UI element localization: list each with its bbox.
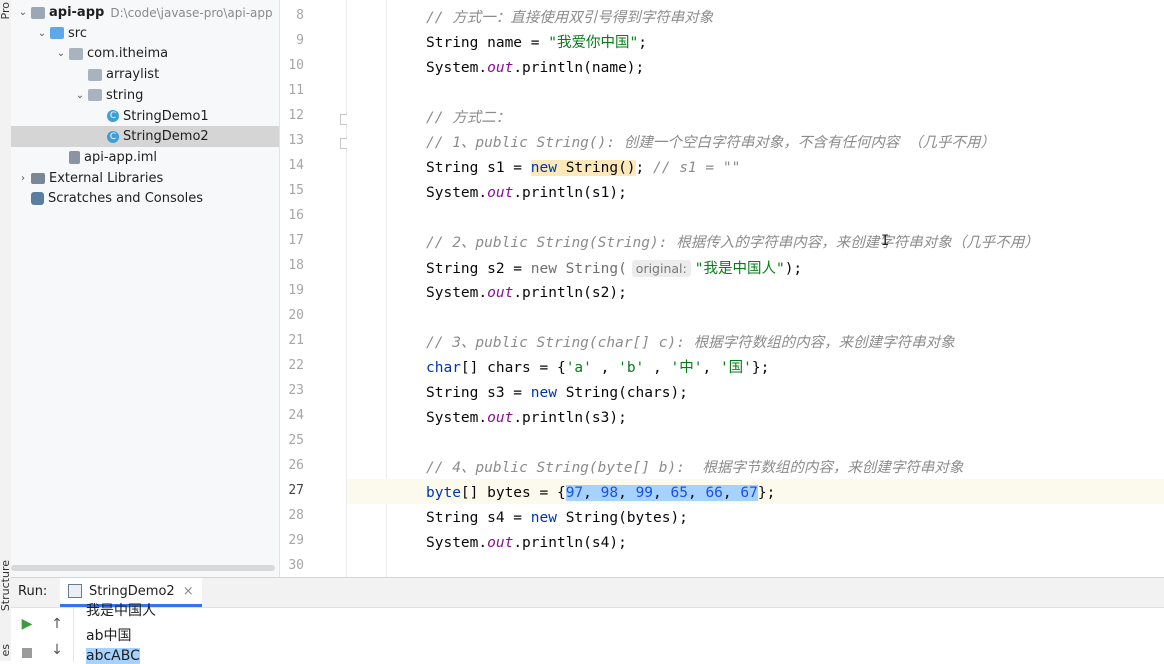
run-title: Run: [18, 584, 48, 599]
code-line-12: // 方式二： [426, 110, 511, 126]
line-number: 30 [288, 558, 304, 573]
code-line-10: System.out.println(name); [426, 60, 645, 76]
line-number: 15 [288, 183, 304, 198]
run-config-icon [68, 584, 82, 598]
text-cursor-icon: I [881, 233, 890, 249]
java-class-icon: C [107, 110, 119, 122]
code-line-23: String s3 = new String(chars); [426, 385, 688, 401]
tree-item-label: api-app [49, 5, 105, 20]
code-line-9: String name = "我爱你中国"; [426, 35, 647, 51]
tree-item[interactable]: ⌄ com.itheima [11, 43, 279, 64]
tree-item[interactable]: api-app.iml [11, 147, 279, 168]
code-line-19: System.out.println(s2); [426, 285, 627, 301]
run-tab-label: StringDemo2 [89, 583, 175, 599]
project-tree-panel: ⌄ api-app D:\code\javase-pro\api-app ⌄ src ⌄ c… [11, 0, 280, 577]
chevron-down-icon[interactable]: ⌄ [36, 28, 48, 39]
code-line-13: // 1、public String(): 创建一个空白字符串对象，不含有任何内… [426, 135, 996, 151]
line-number: 18 [288, 258, 304, 273]
line-number: 12 [288, 108, 304, 123]
code-line-26: // 4、public String(byte[] b): 根据字节数组的内容，… [426, 460, 964, 476]
line-number: 9 [296, 33, 304, 48]
line-number: 14 [288, 158, 304, 173]
scratches-icon [31, 192, 44, 206]
code-line-28: String s4 = new String(bytes); [426, 510, 688, 526]
code-line-14: String s1 = new String(); // s1 = "" [426, 160, 741, 176]
stop-button[interactable] [17, 644, 37, 664]
code-line-15: System.out.println(s1); [426, 185, 627, 201]
tree-item-label: com.itheima [87, 46, 169, 62]
libraries-icon [31, 172, 45, 184]
code-line-24: System.out.println(s3); [426, 410, 627, 426]
run-tool-window: Run: StringDemo2 × ▶ ↑ ↓ 我是中国人 ab中国 abcA… [11, 577, 1164, 664]
tree-item-label: StringDemo2 [123, 129, 209, 145]
console-output-line: 我是中国人 [86, 603, 156, 619]
line-number: 27 [288, 483, 304, 498]
console-output-line: ab中国 [86, 628, 132, 644]
package-icon [88, 89, 102, 102]
line-number: 8 [296, 8, 304, 23]
tree-item-label: api-app.iml [84, 149, 158, 165]
line-number: 23 [288, 383, 304, 398]
tree-item-label: src [68, 25, 87, 41]
editor-gutter: 8 9 10 11 12 13 14 15 16 17 18 19 20 21 22 23 24 25 26 27 28… [280, 0, 351, 577]
line-number: 29 [288, 533, 304, 548]
tree-item[interactable]: › External Libraries [11, 168, 279, 189]
line-number: 24 [288, 408, 304, 423]
tree-item[interactable]: C StringDemo1 [11, 106, 279, 127]
rerun-button[interactable]: ▶ [17, 614, 37, 634]
tree-item-label: string [106, 87, 144, 103]
tree-item-label: Scratches and Consoles [48, 191, 204, 207]
line-number: 20 [288, 308, 304, 323]
chevron-down-icon[interactable]: ⌄ [17, 7, 29, 18]
chevron-down-icon[interactable]: ⌄ [74, 90, 86, 101]
tree-item-label: StringDemo1 [123, 108, 209, 124]
chevron-right-icon[interactable]: › [17, 173, 29, 184]
line-number: 11 [288, 83, 304, 98]
tree-item[interactable]: ⌄ api-app D:\code\javase-pro\api-app [11, 2, 279, 23]
line-number: 10 [288, 58, 304, 73]
line-number: 16 [288, 208, 304, 223]
java-class-icon: C [107, 130, 119, 143]
line-number: 28 [288, 508, 304, 523]
console-divider [73, 607, 74, 662]
tree-item-label: arraylist [106, 67, 160, 83]
code-line-21: // 3、public String(char[] c): 根据字符数组的内容，… [426, 335, 955, 351]
module-folder-icon [31, 6, 45, 19]
code-line-17: // 2、public String(String): 根据传入的字符串内容，来… [426, 235, 1039, 251]
iml-file-icon [69, 150, 80, 164]
scroll-up-button[interactable]: ↑ [47, 614, 67, 634]
chevron-down-icon[interactable]: ⌄ [55, 48, 67, 59]
parameter-hint: original: [631, 260, 691, 277]
tree-item-label: External Libraries [49, 170, 164, 186]
code-line-29: System.out.println(s4); [426, 535, 627, 551]
tree-item[interactable]: Scratches and Consoles [11, 188, 279, 209]
tree-item[interactable]: C StringDemo2 [11, 126, 279, 148]
code-line-22: char[] chars = {'a' , 'b' , '中', '国'}; [426, 360, 770, 376]
line-number: 17 [288, 233, 304, 248]
tree-item[interactable]: ⌄ string [11, 85, 279, 106]
close-icon[interactable]: × [183, 584, 194, 599]
line-number: 22 [288, 358, 304, 373]
console-output-line: abcABC [86, 648, 140, 664]
tree-item[interactable]: ⌄ src [11, 23, 279, 44]
run-header: Run: StringDemo2 × [11, 578, 1164, 608]
code-line-18: String s2 = new String(original: "我是中国人")… [426, 260, 803, 277]
line-number: 25 [288, 433, 304, 448]
tree-item[interactable]: arraylist [11, 64, 279, 85]
package-icon [69, 47, 83, 60]
tree-item-path: D:\code\javase-pro\api-app [110, 5, 273, 20]
code-editor[interactable]: // 方式一：直接使用双引号得到字符串对象 String name = "我爱你… [347, 0, 1164, 577]
line-number: 21 [288, 333, 304, 348]
line-number: 26 [288, 458, 304, 473]
code-line-27: byte[] bytes = {97, 98, 99, 65, 66, 67}; [426, 485, 776, 501]
scroll-down-button[interactable]: ↓ [47, 640, 67, 660]
code-line-8: // 方式一：直接使用双引号得到字符串对象 [426, 10, 714, 26]
line-number: 19 [288, 283, 304, 298]
project-horizontal-scrollbar[interactable] [11, 565, 275, 571]
line-number: 13 [288, 133, 304, 148]
package-icon [88, 68, 102, 81]
source-folder-icon [50, 27, 64, 40]
